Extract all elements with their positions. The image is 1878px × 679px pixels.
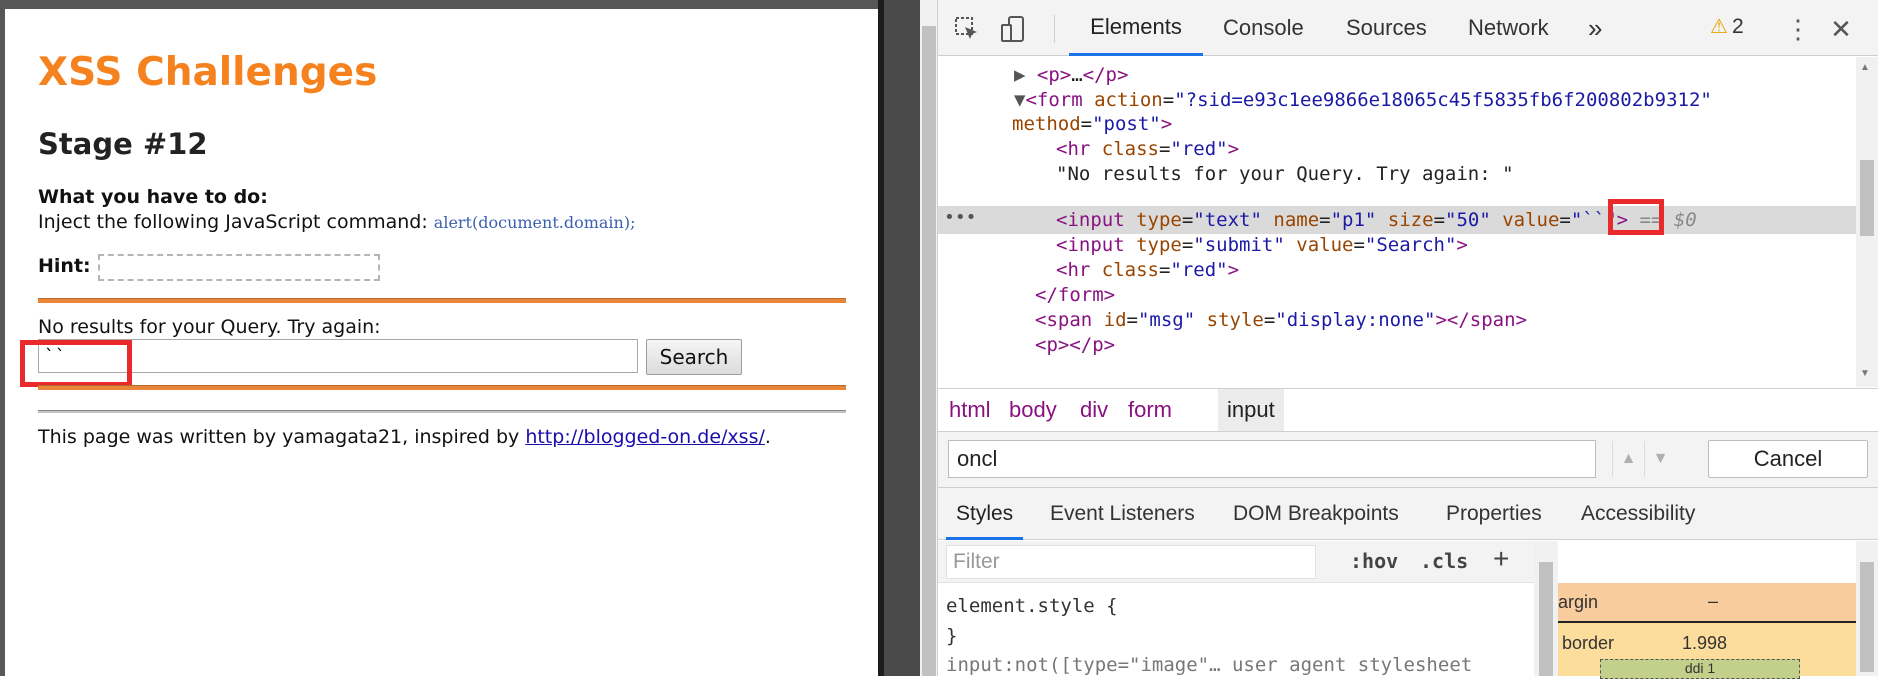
- border-value[interactable]: 1.998: [1682, 633, 1727, 654]
- tab-network[interactable]: Network: [1468, 0, 1549, 56]
- red-highlight-box: [20, 340, 132, 387]
- page-title: XSS Challenges: [38, 50, 378, 95]
- hint-box[interactable]: [98, 254, 380, 281]
- class-toggle-button[interactable]: .cls: [1420, 549, 1468, 573]
- task-instructions: Inject the following JavaScript command:…: [38, 211, 635, 233]
- chevron-down-icon[interactable]: ▼: [1644, 441, 1676, 477]
- kebab-menu-icon[interactable]: ⋮: [1783, 14, 1813, 44]
- cancel-button[interactable]: Cancel: [1708, 440, 1868, 478]
- devtools-tabbar: Elements Console Sources Network » ⚠ 2 ⋮ …: [938, 0, 1878, 56]
- node-actions-icon[interactable]: •••: [944, 207, 977, 228]
- inspect-element-icon[interactable]: [952, 14, 982, 44]
- crumb-input[interactable]: input: [1218, 389, 1284, 431]
- tab-dom-breakpoints[interactable]: DOM Breakpoints: [1233, 488, 1399, 540]
- margin-value[interactable]: –: [1708, 591, 1718, 612]
- page-scrollbar-thumb[interactable]: [922, 26, 936, 676]
- tree-node-input-submit[interactable]: <input type="submit" value="Search">: [1056, 231, 1468, 259]
- margin-label: argin: [1558, 592, 1599, 612]
- crumb-body[interactable]: body: [1000, 389, 1066, 431]
- tab-elements[interactable]: Elements: [1069, 0, 1203, 56]
- tree-node-form-cont[interactable]: method="post">: [1012, 110, 1172, 138]
- hint-label: Hint:: [38, 255, 91, 277]
- footer-suffix: .: [764, 426, 771, 448]
- border-label: border: [1562, 633, 1615, 653]
- boxmodel-scrollbar-thumb[interactable]: [1860, 562, 1874, 672]
- box-model-padding[interactable]: ddi 1: [1600, 659, 1800, 679]
- toolbar-separator: [1054, 15, 1055, 43]
- crumb-html[interactable]: html: [940, 389, 1000, 431]
- tab-properties[interactable]: Properties: [1446, 488, 1542, 540]
- chevron-up-icon[interactable]: ▲: [1612, 441, 1644, 477]
- tree-node-form-close[interactable]: </form>: [1035, 281, 1115, 309]
- crumb-div[interactable]: div: [1071, 389, 1117, 431]
- stage-title: Stage #12: [38, 127, 208, 161]
- hover-state-button[interactable]: :hov: [1350, 549, 1398, 573]
- page-viewport: [0, 0, 884, 676]
- gutter: [884, 0, 920, 676]
- tree-node-hr[interactable]: <hr class="red">: [1056, 135, 1239, 163]
- warning-icon: ⚠: [1710, 16, 1728, 38]
- tab-accessibility[interactable]: Accessibility: [1581, 488, 1695, 540]
- breadcrumb: html body div form input: [938, 388, 1878, 432]
- crumb-form[interactable]: form: [1119, 389, 1181, 431]
- task-text: Inject the following JavaScript command:: [38, 211, 434, 233]
- css-element-style[interactable]: element.style {: [946, 595, 1118, 617]
- divider-grey: [38, 410, 846, 413]
- add-rule-icon[interactable]: +: [1493, 543, 1509, 575]
- tree-node-p[interactable]: ▶ <p>…</p>: [1014, 61, 1128, 89]
- red-highlight-box: [1608, 199, 1664, 235]
- tree-node-input-text[interactable]: <input type="text" name="p1" size="50" v…: [1056, 206, 1697, 234]
- find-bar: oncl ▲ ▼ Cancel: [938, 432, 1878, 488]
- footer: This page was written by yamagata21, ins…: [38, 426, 771, 448]
- tree-node-text[interactable]: "No results for your Query. Try again: ": [1056, 160, 1514, 188]
- css-close-brace: }: [946, 625, 958, 647]
- sidebar-tabbar: Styles Event Listeners DOM Breakpoints P…: [938, 488, 1878, 540]
- scroll-up-icon[interactable]: ▲: [1860, 62, 1870, 73]
- styles-scrollbar-thumb[interactable]: [1539, 562, 1553, 676]
- warning-count: 2: [1731, 14, 1744, 38]
- footer-link[interactable]: http://blogged-on.de/xss/: [525, 426, 765, 448]
- tree-node-hr2[interactable]: <hr class="red">: [1056, 256, 1239, 284]
- scroll-down-icon[interactable]: ▼: [1860, 368, 1870, 379]
- elements-tree: ••• ▶ <p>…</p> ▼<form action="?sid=e93c1…: [938, 57, 1856, 387]
- find-input[interactable]: oncl: [948, 440, 1596, 478]
- task-code: alert(document.domain);: [433, 213, 636, 232]
- tab-styles[interactable]: Styles: [946, 488, 1024, 540]
- box-model: argin – border 1.998 ddi 1: [1558, 541, 1856, 679]
- styles-filter-row: Filter :hov .cls +: [938, 541, 1534, 583]
- tab-console[interactable]: Console: [1223, 0, 1304, 56]
- footer-prefix: This page was written by yamagata21, ins…: [38, 426, 526, 448]
- divider-red-top: [38, 298, 846, 303]
- tab-sources[interactable]: Sources: [1346, 0, 1427, 56]
- tree-node-p-empty[interactable]: <p></p>: [1035, 331, 1115, 359]
- box-model-border[interactable]: border 1.998 ddi 1: [1558, 623, 1856, 679]
- divider-red-bottom: [38, 385, 846, 390]
- css-next-rule[interactable]: input:not([type="image"… user agent styl…: [946, 654, 1472, 676]
- result-text: No results for your Query. Try again:: [38, 316, 381, 338]
- more-tabs-icon[interactable]: »: [1588, 0, 1602, 56]
- box-model-margin[interactable]: argin –: [1558, 583, 1856, 623]
- styles-filter-input[interactable]: Filter: [946, 545, 1316, 579]
- devtools-panel: Elements Console Sources Network » ⚠ 2 ⋮ …: [938, 0, 1878, 679]
- tab-event-listeners[interactable]: Event Listeners: [1050, 488, 1195, 540]
- task-heading: What you have to do:: [38, 186, 268, 208]
- device-toolbar-icon[interactable]: [998, 14, 1028, 44]
- tree-scrollbar-thumb[interactable]: [1860, 160, 1874, 236]
- search-button[interactable]: Search: [646, 339, 742, 375]
- styles-pane: Filter :hov .cls + element.style { } inp…: [938, 541, 1534, 676]
- warnings-counter[interactable]: ⚠ 2: [1710, 14, 1744, 39]
- close-icon[interactable]: ✕: [1826, 14, 1856, 44]
- tree-node-span[interactable]: <span id="msg" style="display:none"></sp…: [1035, 306, 1527, 334]
